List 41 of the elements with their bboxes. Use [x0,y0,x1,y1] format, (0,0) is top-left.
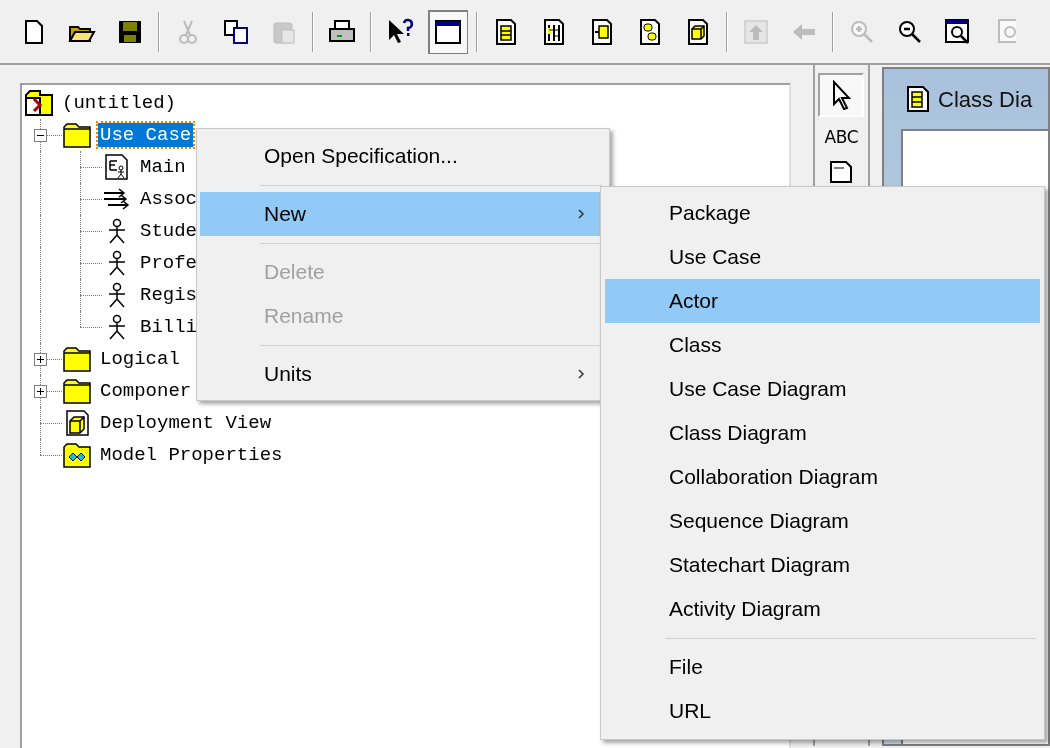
tree-item[interactable]: Profe [138,251,199,275]
tree-item[interactable]: Componer [98,379,194,403]
menu-item[interactable]: Class Diagram [605,411,1040,455]
window-title: Class Dia [938,85,1033,114]
pointer-icon [831,80,852,110]
model-icon [24,89,54,117]
menu-item[interactable]: Collaboration Diagram [605,455,1040,499]
menu-item[interactable]: Use Case [605,235,1040,279]
toolbar-button[interactable] [428,9,468,54]
tree-item[interactable]: Billi [138,315,199,339]
pointer-tool[interactable] [818,73,865,117]
menu-item[interactable]: Class [605,323,1040,367]
menu-item[interactable]: Package [605,191,1040,235]
properties-folder-icon [62,441,92,469]
collapse-toggle[interactable] [34,129,47,142]
menu-item[interactable]: Open Specification... [200,134,606,178]
arrows-icon [102,185,132,213]
tree-item[interactable]: Logical [98,347,182,371]
tree-item[interactable]: Stude [138,219,199,243]
note-icon [828,159,855,185]
class-diagram-icon [906,85,930,113]
menu-item[interactable]: Statechart Diagram [605,543,1040,587]
expand-toggle[interactable] [34,353,47,366]
tree-item[interactable]: Model Properties [98,443,285,467]
folder-icon [62,345,92,373]
tree-item[interactable]: (untitled) [60,91,179,115]
folder-icon [62,121,92,149]
menu-item[interactable]: Actor [605,279,1040,323]
menu-item[interactable]: Sequence Diagram [605,499,1040,543]
menu-item[interactable]: Use Case Diagram [605,367,1040,411]
tree-item[interactable]: Deployment View [98,411,274,435]
expand-toggle[interactable] [34,385,47,398]
text-tool[interactable]: ABC [824,123,859,153]
tree-item[interactable]: Use Case [98,123,194,147]
tree-item[interactable]: Regis [138,283,199,307]
menu-item[interactable]: URL [605,689,1040,733]
tree-item[interactable]: Main [138,155,188,179]
tree-item[interactable]: Assoc [138,187,199,211]
folder-icon [62,377,92,405]
menu-item[interactable]: File [605,645,1040,689]
menu-item[interactable]: Activity Diagram [605,587,1040,631]
